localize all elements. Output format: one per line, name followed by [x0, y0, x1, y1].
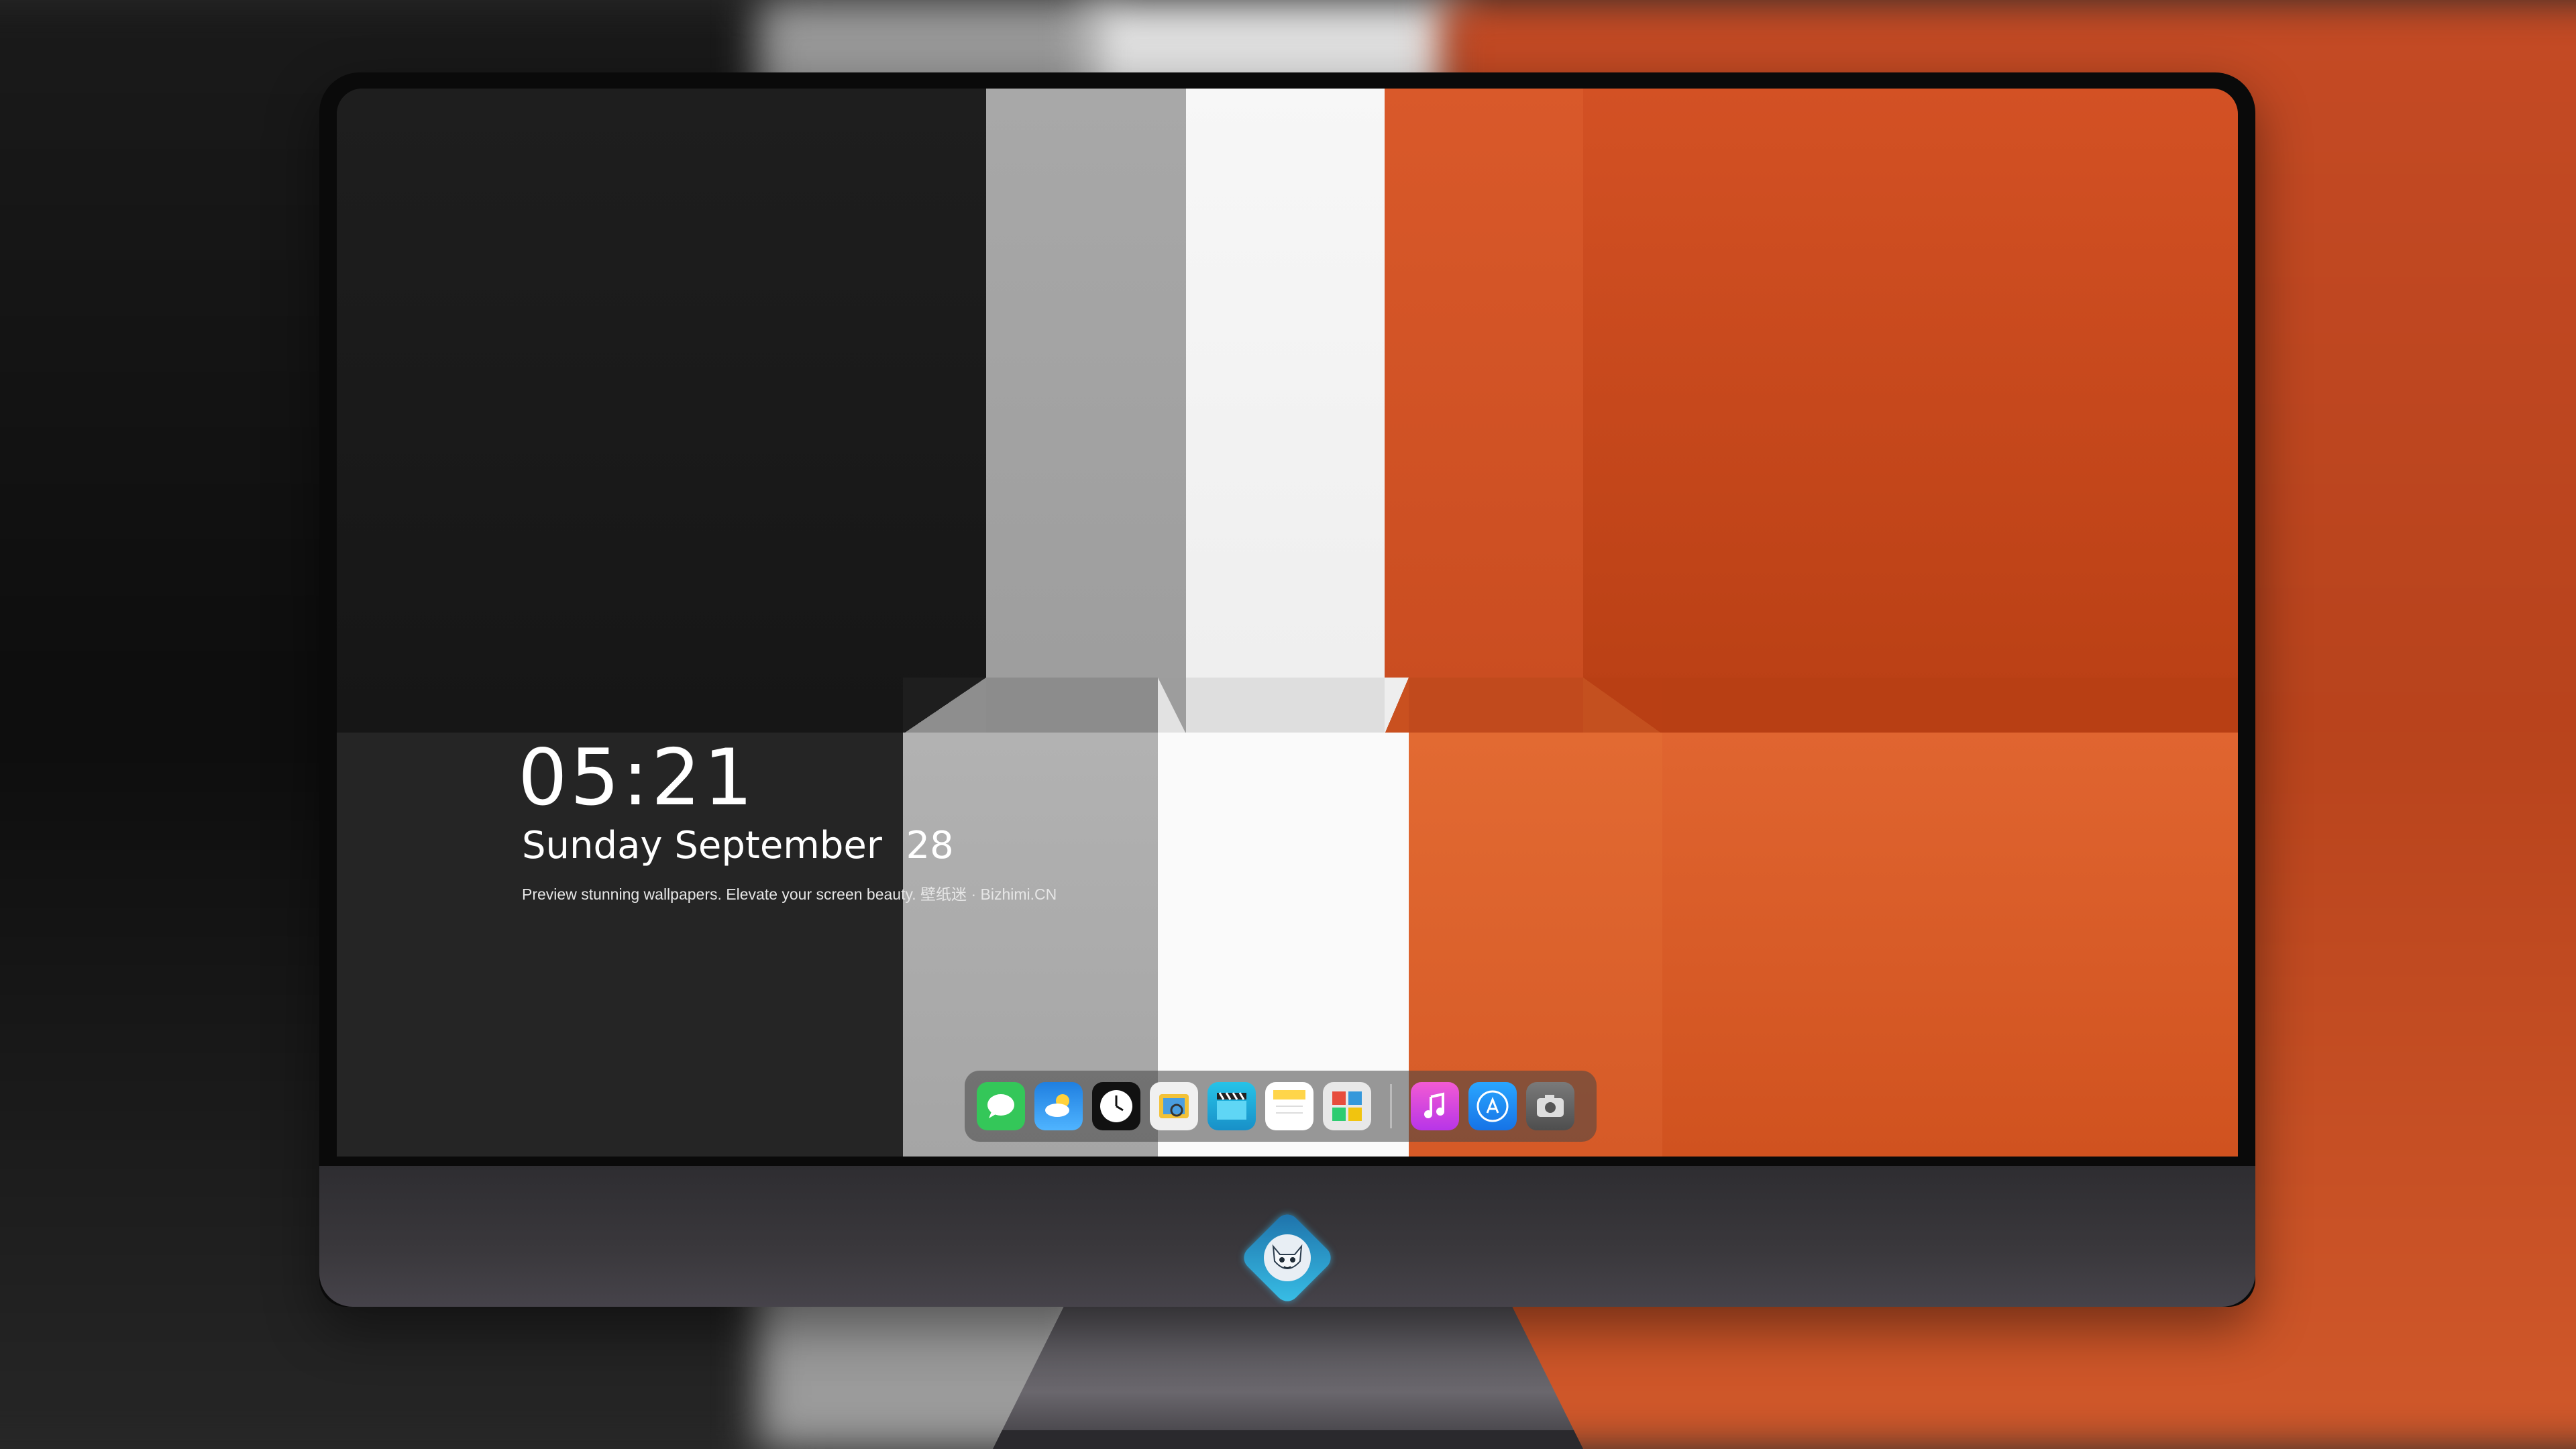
- wallpaper-fold: [903, 678, 986, 734]
- notes-app-icon[interactable]: [1265, 1082, 1313, 1130]
- monitor-chin: [319, 1166, 2255, 1307]
- wallpaper-fold: [1409, 678, 1583, 734]
- lockscreen-date: Sunday September 28: [522, 824, 954, 867]
- app-store-app-icon[interactable]: [1468, 1082, 1517, 1130]
- logo-mascot-icon: [1264, 1234, 1311, 1281]
- clock-app-icon[interactable]: [1092, 1082, 1140, 1130]
- wallpaper-fold: [1583, 678, 1662, 734]
- photo-booth-app-icon[interactable]: [1323, 1082, 1371, 1130]
- wallpaper-fold: [1186, 678, 1385, 734]
- wallpaper-stripe-dark: [337, 89, 986, 733]
- lockscreen-time: 05:21: [518, 733, 756, 823]
- weather-app-icon[interactable]: [1034, 1082, 1083, 1130]
- wallpaper-stripe-white: [1186, 89, 1385, 733]
- camera-app-icon[interactable]: [1526, 1082, 1574, 1130]
- preview-app-icon[interactable]: [1150, 1082, 1198, 1130]
- screen: 05:21 Sunday September 28 Preview stunni…: [337, 89, 2238, 1157]
- clips-app-icon[interactable]: [1208, 1082, 1256, 1130]
- wallpaper-stripe-orange-light: [1385, 89, 1583, 733]
- monitor-stand: [993, 1307, 1583, 1449]
- wallpaper-stripe-orange-lower: [1662, 733, 2238, 1157]
- monitor: 05:21 Sunday September 28 Preview stunni…: [319, 72, 2255, 1307]
- music-app-icon[interactable]: [1411, 1082, 1459, 1130]
- wallpaper-fold: [1662, 678, 2238, 734]
- dock: [965, 1071, 1597, 1142]
- wallpaper-fold: [986, 678, 1186, 734]
- wallpaper-stripe-gray: [986, 89, 1186, 733]
- lockscreen-tagline: Preview stunning wallpapers. Elevate you…: [522, 885, 1057, 903]
- messages-app-icon[interactable]: [977, 1082, 1025, 1130]
- wallpaper-stripe-orange: [1583, 89, 2238, 733]
- wallpaper-fold: [1158, 678, 1186, 734]
- wallpaper-fold: [1385, 678, 1409, 734]
- wallpaper: [337, 89, 2238, 1157]
- dock-separator: [1390, 1084, 1392, 1128]
